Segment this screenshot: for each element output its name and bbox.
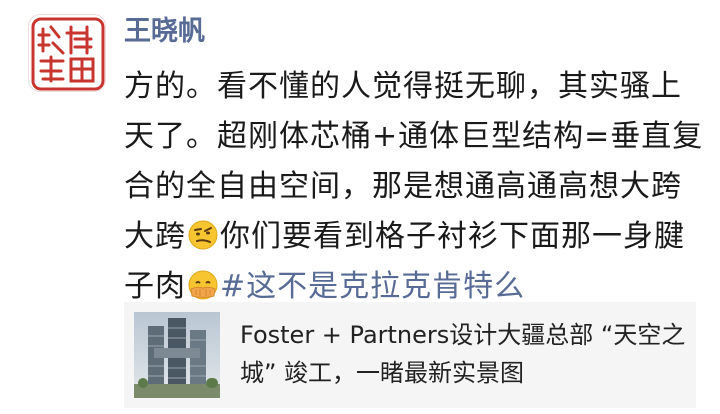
- author-name[interactable]: 王晓帆: [124, 14, 205, 50]
- post-text: 方的。看不懂的人觉得挺无聊，其实骚上 天了。超刚体芯桶+通体巨型结构=垂直复 合…: [124, 62, 704, 312]
- skeptical-smirk-emoji-icon: [187, 217, 219, 250]
- red-seal-stamp-icon: [31, 17, 105, 91]
- facepalm-emoji-icon: [187, 267, 219, 300]
- author-avatar[interactable]: [28, 14, 106, 92]
- hashtag-link[interactable]: #这不是克拉克肯特么: [220, 269, 525, 304]
- article-thumbnail: [134, 312, 220, 398]
- post-text-segment: 你们要看到格子衬衫下面那一身腱: [220, 219, 685, 254]
- post-text-line: 大跨 你们要看到格子衬衫下面那一身腱: [124, 212, 704, 262]
- moment-post: 王晓帆 方的。看不懂的人觉得挺无聊，其实骚上 天了。超刚体芯桶+通体巨型结构=垂…: [0, 0, 720, 414]
- post-text-line: 天了。超刚体芯桶+通体巨型结构=垂直复: [124, 119, 704, 154]
- post-text-segment: 大跨: [124, 219, 186, 254]
- building-towers-photo: [134, 312, 220, 398]
- article-link-card[interactable]: Foster + Partners设计大疆总部 “天空之城” 竣工，一睹最新实景…: [124, 302, 696, 408]
- post-text-line: 合的全自由空间，那是想通高通高想大跨: [124, 169, 682, 204]
- post-text-segment: 子肉: [124, 269, 186, 304]
- post-text-line: 方的。看不懂的人觉得挺无聊，其实骚上: [124, 69, 682, 104]
- article-title: Foster + Partners设计大疆总部 “天空之城” 竣工，一睹最新实景…: [240, 321, 686, 387]
